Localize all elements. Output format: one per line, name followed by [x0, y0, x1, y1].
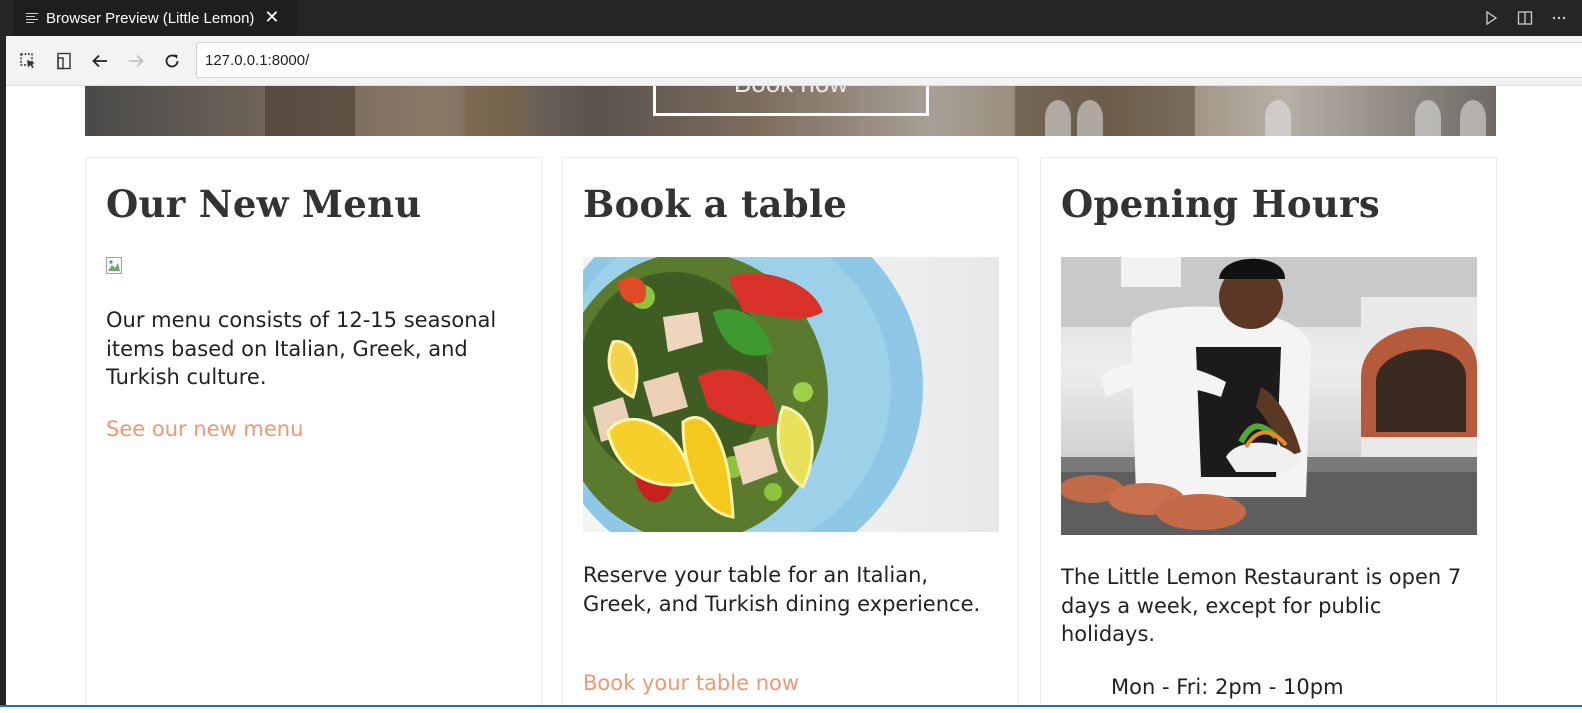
salad-photo	[583, 257, 999, 532]
status-line	[0, 705, 1582, 713]
lines-icon	[26, 13, 38, 23]
hero-banner: Book now	[85, 86, 1496, 136]
more-icon[interactable]	[1550, 9, 1568, 27]
page-viewport[interactable]: Book now Our New Menu Our menu consists …	[6, 86, 1582, 705]
card-book-table: Book a table Reserve your table for an I…	[562, 157, 1019, 705]
editor-actions	[1482, 0, 1568, 36]
chef-photo	[1061, 257, 1477, 535]
browser-toolbar	[6, 36, 1582, 86]
card-opening-hours: Opening Hours The Little Lemon Restauran…	[1040, 157, 1497, 705]
card-text: The Little Lemon Restaurant is open 7 da…	[1061, 565, 1462, 646]
card-new-menu: Our New Menu Our menu consists of 12-15 …	[85, 157, 542, 705]
back-icon[interactable]	[88, 49, 112, 73]
url-input[interactable]	[196, 42, 1582, 78]
close-icon[interactable]: ✕	[264, 9, 279, 27]
reload-icon[interactable]	[160, 49, 184, 73]
broken-image-icon	[106, 257, 126, 275]
card-title: Book a table	[583, 182, 848, 226]
forward-icon[interactable]	[124, 49, 148, 73]
run-icon[interactable]	[1482, 9, 1500, 27]
card-text: Reserve your table for an Italian, Greek…	[583, 563, 981, 616]
book-table-link[interactable]: Book your table now	[583, 671, 799, 695]
device-icon[interactable]	[52, 49, 76, 73]
card-title: Opening Hours	[1061, 182, 1381, 226]
opening-hours-text: Mon - Fri: 2pm - 10pm	[1111, 675, 1344, 699]
card-title: Our New Menu	[106, 182, 422, 226]
tab-title: Browser Preview (Little Lemon)	[46, 9, 255, 27]
book-now-button[interactable]: Book now	[653, 86, 929, 116]
editor-tab-bar: Browser Preview (Little Lemon) ✕	[0, 0, 1582, 36]
browser-preview-tab[interactable]: Browser Preview (Little Lemon) ✕	[14, 0, 297, 36]
see-menu-link[interactable]: See our new menu	[106, 417, 303, 441]
split-editor-icon[interactable]	[1516, 9, 1534, 27]
inspect-icon[interactable]	[16, 49, 40, 73]
card-text: Our menu consists of 12-15 seasonal item…	[106, 308, 497, 389]
